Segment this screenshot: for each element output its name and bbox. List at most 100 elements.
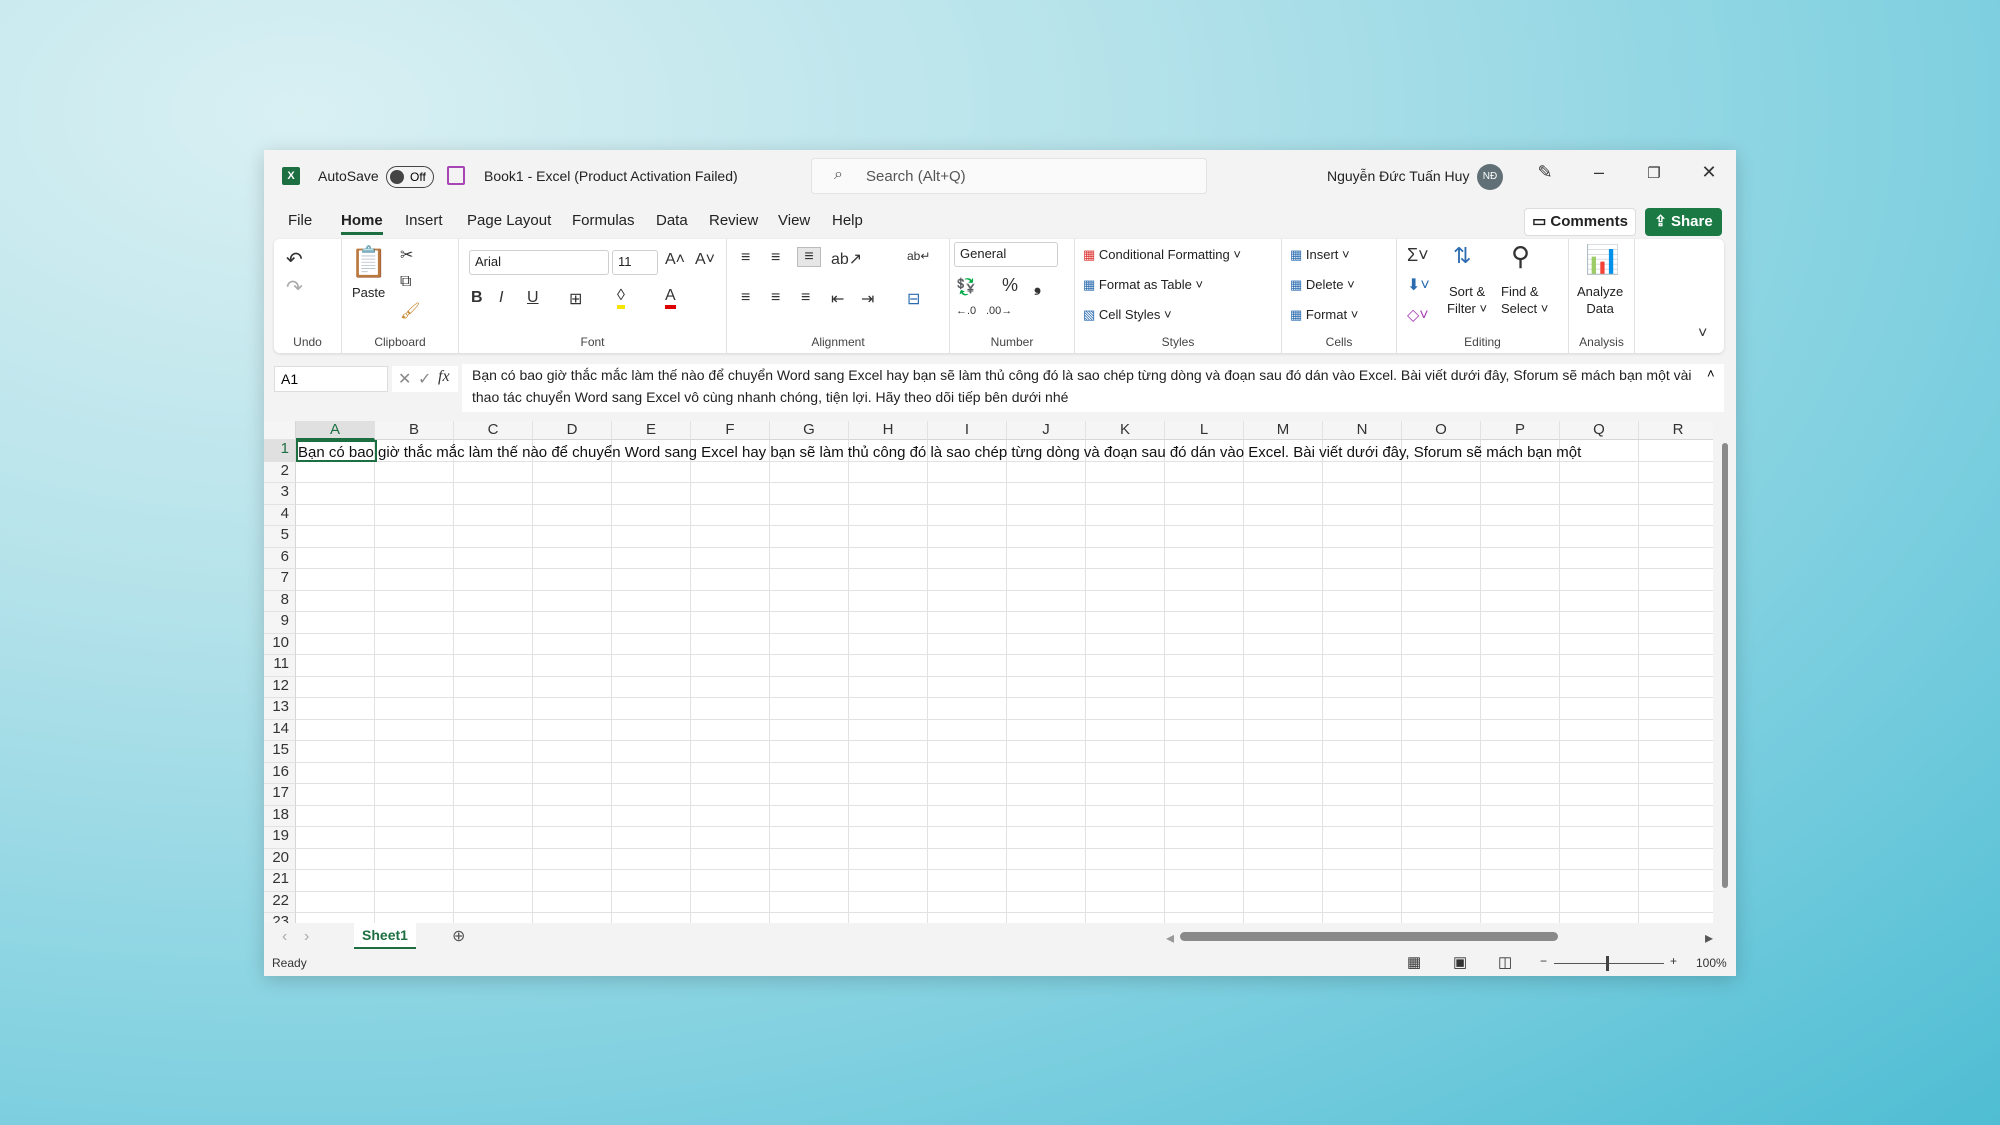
- menu-page-layout[interactable]: Page Layout: [467, 212, 551, 229]
- autosum-icon[interactable]: Σ˅: [1407, 245, 1429, 266]
- format-as-table-button[interactable]: ▦ Format as Table ˅: [1083, 277, 1203, 293]
- row-header-15[interactable]: 15: [264, 741, 296, 763]
- cell-A1[interactable]: Bạn có bao giờ thắc mắc làm thế nào để c…: [298, 442, 1581, 463]
- row-header-12[interactable]: 12: [264, 676, 296, 698]
- row-header-21[interactable]: 21: [264, 870, 296, 892]
- menu-home[interactable]: Home: [341, 212, 383, 235]
- row-header-8[interactable]: 8: [264, 590, 296, 612]
- row-header-9[interactable]: 9: [264, 612, 296, 634]
- align-center-icon[interactable]: ≡: [771, 289, 780, 307]
- menu-help[interactable]: Help: [832, 212, 863, 229]
- row-header-19[interactable]: 19: [264, 827, 296, 849]
- italic-button[interactable]: I: [499, 289, 503, 307]
- column-header-B[interactable]: B: [375, 421, 454, 440]
- fill-color-icon[interactable]: ◊: [617, 287, 625, 309]
- prev-sheet-icon[interactable]: ‹: [282, 928, 287, 946]
- menu-formulas[interactable]: Formulas: [572, 212, 635, 229]
- align-left-icon[interactable]: ≡: [741, 289, 750, 307]
- hscroll-right-icon[interactable]: ▸: [1705, 928, 1713, 948]
- column-header-R[interactable]: R: [1639, 421, 1713, 440]
- align-right-icon[interactable]: ≡: [801, 289, 810, 307]
- horizontal-scrollbar[interactable]: [1180, 932, 1558, 941]
- column-header-A[interactable]: A: [296, 421, 375, 440]
- decrease-font-icon[interactable]: A˅: [695, 251, 715, 269]
- minimize-icon[interactable]: –: [1584, 162, 1614, 183]
- column-header-K[interactable]: K: [1086, 421, 1165, 440]
- zoom-slider[interactable]: [1554, 963, 1664, 964]
- comma-button[interactable]: ❟: [1034, 275, 1041, 296]
- pen-icon[interactable]: ✎: [1530, 162, 1560, 183]
- row-header-1[interactable]: 1: [264, 440, 296, 462]
- save-icon[interactable]: [447, 166, 465, 185]
- row-header-23[interactable]: 23: [264, 913, 296, 923]
- zoom-slider-thumb[interactable]: [1606, 956, 1609, 971]
- fill-icon[interactable]: ⬇˅: [1407, 275, 1430, 295]
- zoom-level[interactable]: 100%: [1696, 956, 1727, 970]
- column-header-Q[interactable]: Q: [1560, 421, 1639, 440]
- insert-function-icon[interactable]: fx: [438, 368, 450, 386]
- comments-button[interactable]: ▭ Comments: [1524, 208, 1636, 236]
- insert-cells-button[interactable]: ▦ Insert ˅: [1290, 247, 1350, 263]
- row-header-18[interactable]: 18: [264, 805, 296, 827]
- font-name-select[interactable]: Arial: [469, 250, 609, 275]
- next-sheet-icon[interactable]: ›: [304, 928, 309, 946]
- collapse-ribbon-icon[interactable]: ˅: [1698, 325, 1707, 343]
- zoom-out-icon[interactable]: −: [1540, 954, 1547, 968]
- share-button[interactable]: ⇪ Share: [1645, 208, 1722, 236]
- increase-indent-icon[interactable]: ⇥: [861, 289, 874, 309]
- sort-filter-button[interactable]: Sort & Filter ˅: [1447, 283, 1487, 317]
- row-header-14[interactable]: 14: [264, 719, 296, 741]
- column-header-M[interactable]: M: [1244, 421, 1323, 440]
- restore-icon[interactable]: ❐: [1639, 164, 1669, 182]
- bold-button[interactable]: B: [471, 289, 483, 307]
- column-header-O[interactable]: O: [1402, 421, 1481, 440]
- collapse-formula-bar-icon[interactable]: ˄: [1707, 366, 1715, 381]
- merge-center-icon[interactable]: ⊟: [907, 289, 920, 309]
- column-header-N[interactable]: N: [1323, 421, 1402, 440]
- vertical-scrollbar[interactable]: [1713, 421, 1736, 923]
- row-header-11[interactable]: 11: [264, 655, 296, 677]
- column-header-J[interactable]: J: [1007, 421, 1086, 440]
- font-size-select[interactable]: 11: [612, 250, 658, 275]
- page-break-view-icon[interactable]: ◫: [1498, 953, 1512, 971]
- copy-icon[interactable]: ⧉: [400, 273, 411, 291]
- column-header-I[interactable]: I: [928, 421, 1007, 440]
- menu-file[interactable]: File: [288, 212, 312, 229]
- column-header-E[interactable]: E: [612, 421, 691, 440]
- column-header-C[interactable]: C: [454, 421, 533, 440]
- font-color-icon[interactable]: A: [665, 287, 676, 309]
- search-box[interactable]: ⌕ Search (Alt+Q): [811, 158, 1207, 194]
- analyze-data-button[interactable]: Analyze Data: [1577, 283, 1623, 317]
- row-header-20[interactable]: 20: [264, 848, 296, 870]
- menu-view[interactable]: View: [778, 212, 810, 229]
- align-bottom-icon[interactable]: ≡: [797, 247, 821, 267]
- autosave-toggle[interactable]: Off: [386, 166, 434, 188]
- menu-insert[interactable]: Insert: [405, 212, 443, 229]
- decrease-indent-icon[interactable]: ⇤: [831, 289, 844, 309]
- clear-icon[interactable]: ◇˅: [1407, 305, 1429, 325]
- column-header-F[interactable]: F: [691, 421, 770, 440]
- row-header-6[interactable]: 6: [264, 547, 296, 569]
- sort-filter-icon[interactable]: ⇅: [1453, 243, 1471, 269]
- sheet-tab-sheet1[interactable]: Sheet1: [354, 923, 416, 949]
- conditional-formatting-button[interactable]: ▦ Conditional Formatting ˅: [1083, 247, 1241, 263]
- align-middle-icon[interactable]: ≡: [771, 249, 780, 267]
- row-header-16[interactable]: 16: [264, 762, 296, 784]
- column-header-G[interactable]: G: [770, 421, 849, 440]
- avatar[interactable]: NĐ: [1477, 164, 1503, 190]
- redo-icon[interactable]: ↷: [286, 275, 303, 300]
- vertical-scroll-thumb[interactable]: [1722, 443, 1728, 888]
- column-header-P[interactable]: P: [1481, 421, 1560, 440]
- increase-decimal-icon[interactable]: ←.0: [956, 305, 976, 317]
- format-painter-icon[interactable]: 🖌: [400, 301, 420, 321]
- enter-icon[interactable]: ✓: [418, 369, 431, 389]
- row-header-17[interactable]: 17: [264, 784, 296, 806]
- page-layout-view-icon[interactable]: ▣: [1453, 953, 1467, 971]
- row-header-10[interactable]: 10: [264, 633, 296, 655]
- row-header-5[interactable]: 5: [264, 526, 296, 548]
- orientation-icon[interactable]: ab↗: [831, 249, 862, 269]
- column-header-D[interactable]: D: [533, 421, 612, 440]
- find-select-icon[interactable]: ⚲: [1511, 241, 1530, 272]
- cut-icon[interactable]: ✂: [400, 245, 413, 265]
- accounting-format-icon[interactable]: 💱: [956, 277, 976, 297]
